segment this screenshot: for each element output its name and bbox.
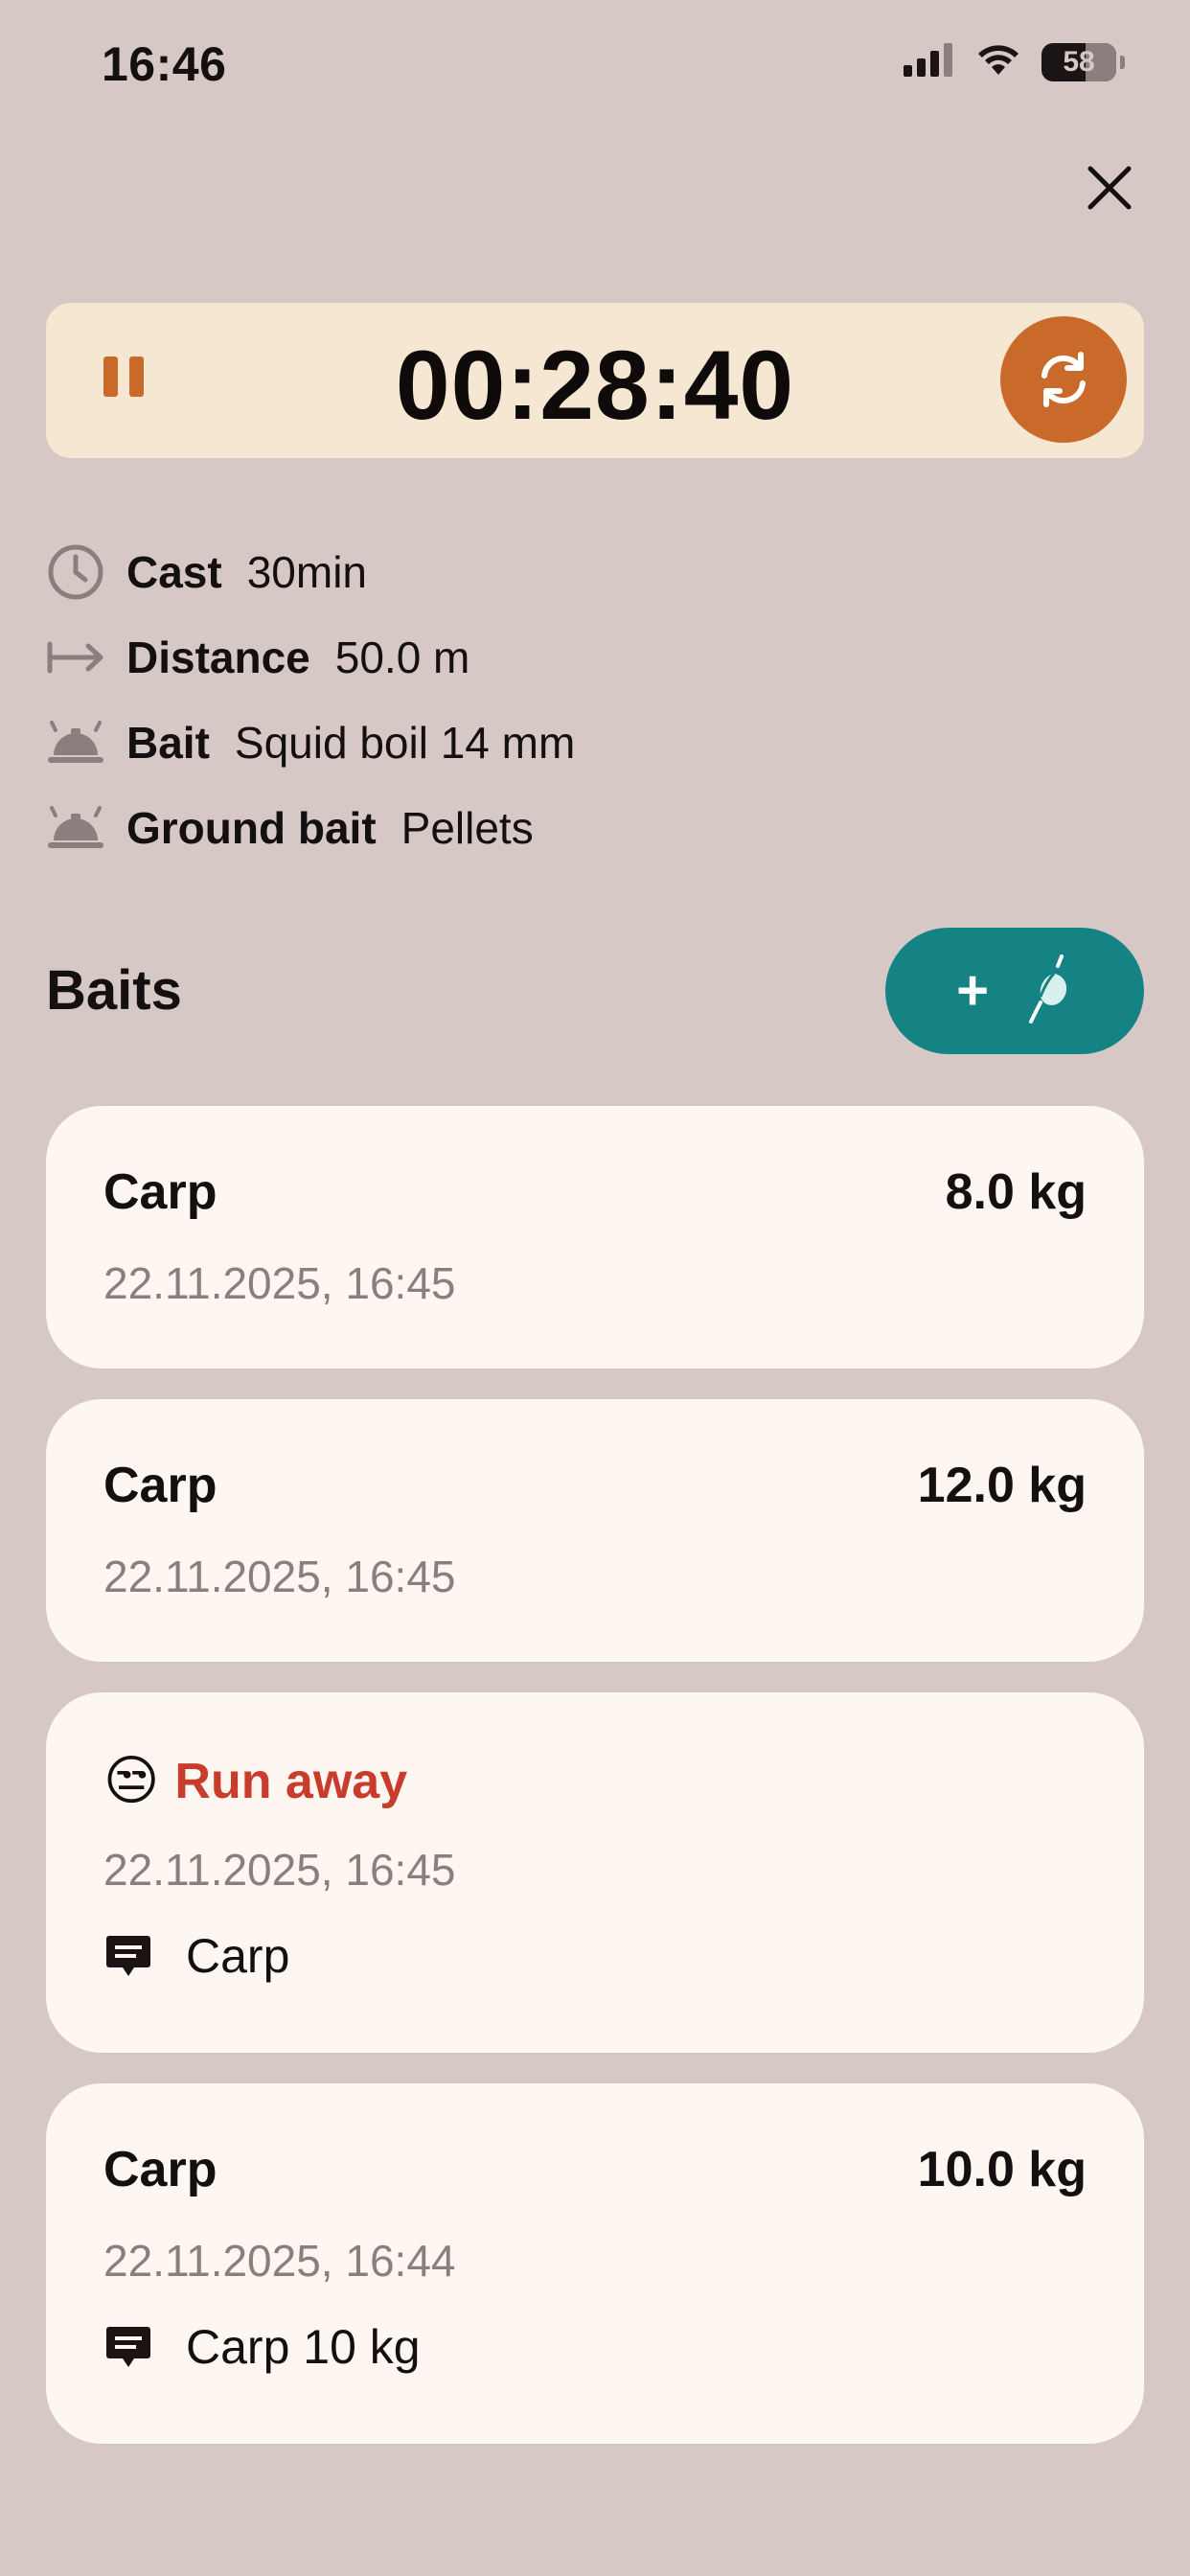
detail-value: Pellets — [400, 802, 534, 853]
session-details: Cast 30min Distance 50.0 m Bait Squid bo… — [46, 529, 1100, 870]
bell-tray-icon — [46, 798, 105, 858]
add-bait-button[interactable]: + — [885, 928, 1144, 1054]
runaway-date: 22.11.2025, 16:45 — [103, 1845, 456, 1895]
catch-title: Carp — [103, 1164, 217, 1220]
detail-label: Distance — [126, 632, 310, 682]
refresh-icon — [1041, 352, 1086, 407]
battery-icon: 58 — [1041, 42, 1116, 81]
entry-note: Carp 10 kg — [103, 2319, 421, 2375]
status-bar: 16:46 58 — [0, 0, 1190, 134]
note-text: Carp 10 kg — [186, 2320, 421, 2374]
catch-date: 22.11.2025, 16:45 — [103, 1258, 456, 1308]
battery-level: 58 — [1063, 45, 1095, 78]
detail-label: Cast — [126, 546, 222, 597]
plus-icon: + — [956, 959, 989, 1022]
detail-distance: Distance 50.0 m — [46, 614, 1100, 700]
comment-icon — [103, 1931, 153, 1981]
status-icons: 58 — [904, 42, 1125, 81]
section-title: Baits — [46, 959, 182, 1022]
wifi-icon — [976, 42, 1020, 81]
unamused-face-icon: 😒 — [103, 1750, 160, 1812]
close-icon — [1087, 166, 1132, 210]
comment-icon — [103, 2322, 153, 2372]
detail-ground-bait: Ground bait Pellets — [46, 785, 1100, 870]
signal-icon — [904, 42, 955, 81]
detail-value: Squid boil 14 mm — [234, 717, 576, 768]
catch-date: 22.11.2025, 16:45 — [103, 1552, 456, 1601]
detail-value: 50.0 m — [334, 632, 470, 682]
arrow-right-to-icon — [46, 628, 105, 687]
catch-weight: 8.0 kg — [945, 1164, 1087, 1220]
detail-value: 30min — [246, 546, 368, 597]
catch-card[interactable]: Carp 8.0 kg 22.11.2025, 16:45 — [46, 1106, 1144, 1368]
note-text: Carp — [186, 1929, 290, 1983]
detail-cast: Cast 30min — [46, 529, 1100, 614]
fishing-float-icon — [1025, 954, 1073, 1028]
detail-bait: Bait Squid boil 14 mm — [46, 700, 1100, 785]
reset-timer-button[interactable] — [1000, 316, 1127, 443]
timer-display: 00:28:40 — [395, 331, 795, 440]
catch-title: Carp — [103, 1458, 217, 1513]
battery-tip — [1120, 55, 1125, 69]
close-button[interactable] — [1081, 159, 1138, 217]
catch-date: 22.11.2025, 16:44 — [103, 2236, 456, 2286]
status-time: 16:46 — [102, 37, 227, 91]
detail-label: Bait — [126, 717, 210, 768]
entry-note: Carp — [103, 1928, 289, 1984]
timer-card: 00:28:40 — [46, 303, 1144, 458]
runaway-header: 😒 Run away — [103, 1750, 407, 1812]
catch-weight: 10.0 kg — [917, 2142, 1087, 2197]
clock-icon — [46, 542, 105, 602]
catch-weight: 12.0 kg — [917, 1458, 1087, 1513]
catch-title: Carp — [103, 2142, 217, 2197]
catch-card[interactable]: Carp 10.0 kg 22.11.2025, 16:44 Carp 10 k… — [46, 2083, 1144, 2444]
detail-label: Ground bait — [126, 802, 377, 853]
bell-tray-icon — [46, 713, 105, 772]
catch-card[interactable]: Carp 12.0 kg 22.11.2025, 16:45 — [46, 1399, 1144, 1662]
runaway-title: Run away — [174, 1753, 408, 1809]
runaway-card[interactable]: 😒 Run away 22.11.2025, 16:45 Carp — [46, 1692, 1144, 2053]
